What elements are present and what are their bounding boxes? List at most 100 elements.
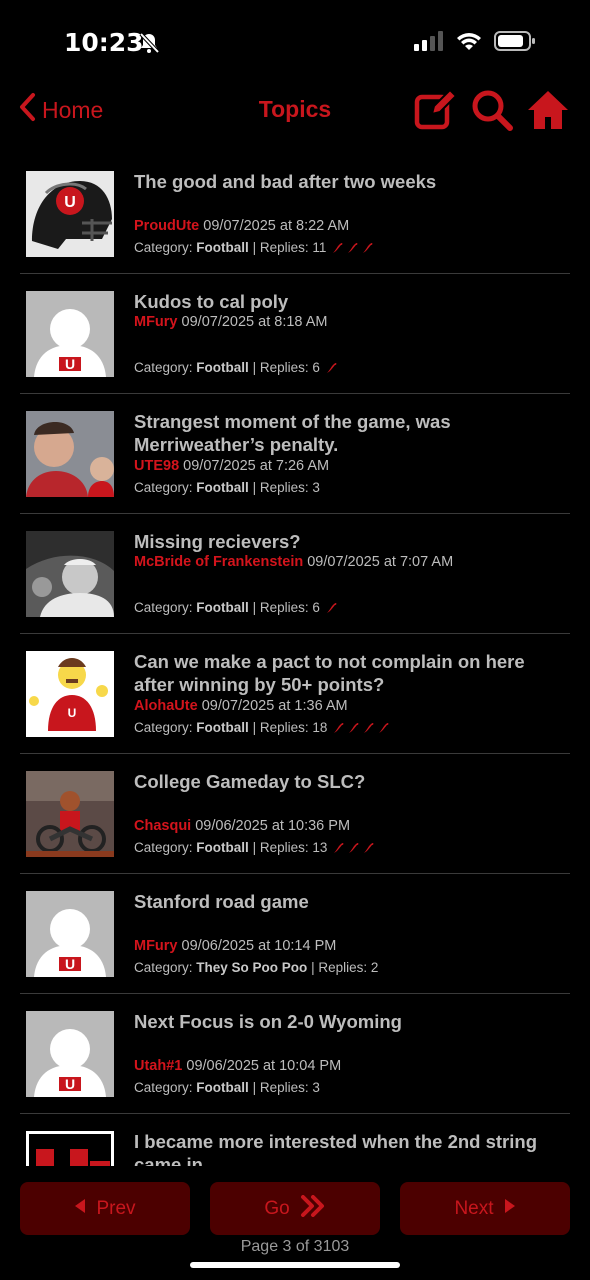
topic-category-line: Category: Football | Replies: 3 [134, 480, 326, 495]
topic-row[interactable]: College Gameday to SLC? Chasqui 09/06/20… [20, 754, 570, 874]
go-button[interactable]: Go [210, 1182, 380, 1235]
next-button[interactable]: Next [400, 1182, 570, 1235]
battery-icon [494, 30, 536, 57]
topic-title[interactable]: Missing recievers? [134, 530, 564, 553]
category-name: They So Poo Poo [196, 960, 308, 975]
topic-row[interactable]: U Kudos to cal poly MFury 09/07/2025 at … [20, 274, 570, 394]
topic-author[interactable]: McBride of Frankenstein [134, 554, 303, 570]
next-label: Next [454, 1197, 494, 1219]
double-chevron-right-icon [300, 1194, 326, 1223]
topic-meta: Utah#1 09/06/2025 at 10:04 PM [134, 1058, 341, 1074]
chili-pepper-icon [348, 722, 360, 734]
topic-row[interactable]: Missing recievers? McBride of Frankenste… [20, 514, 570, 634]
prev-button[interactable]: Prev [20, 1182, 190, 1235]
svg-text:U: U [65, 1076, 75, 1092]
replies-count: 6 [312, 360, 320, 375]
default-avatar[interactable]: U [26, 1011, 114, 1097]
topic-author[interactable]: MFury [134, 314, 178, 330]
topic-title[interactable]: Strangest moment of the game, was Merriw… [134, 410, 564, 456]
topic-date: 09/06/2025 at 10:14 PM [181, 938, 337, 954]
topic-meta: McBride of Frankenstein 09/07/2025 at 7:… [134, 554, 453, 570]
topic-title[interactable]: College Gameday to SLC? [134, 770, 564, 793]
category-label: Category: [134, 1080, 193, 1095]
replies-count: 3 [312, 480, 320, 495]
topic-meta: MFury 09/07/2025 at 8:18 AM [134, 314, 327, 330]
topic-row[interactable]: U The good and bad after two weeks Proud… [20, 154, 570, 274]
topic-date: 09/06/2025 at 10:36 PM [195, 818, 351, 834]
svg-text:U: U [68, 706, 77, 720]
caret-right-icon [504, 1198, 516, 1220]
replies-count: 3 [312, 1080, 320, 1095]
wifi-icon [456, 31, 482, 56]
home-indicator [190, 1262, 400, 1268]
replies-label: | Replies: [252, 240, 309, 255]
category-label: Category: [134, 720, 193, 735]
topic-category-line: Category: Football | Replies: 18 [134, 720, 390, 735]
topic-category-line: Category: Football | Replies: 6 [134, 600, 338, 615]
topic-date: 09/06/2025 at 10:04 PM [186, 1058, 342, 1074]
nav-bar: Home Topics [0, 82, 590, 138]
avatar[interactable] [26, 411, 114, 497]
topic-row[interactable]: U Can we make a pact to not complain on … [20, 634, 570, 754]
topic-category-line: Category: Football | Replies: 13 [134, 840, 375, 855]
compose-icon[interactable] [414, 88, 458, 137]
category-label: Category: [134, 480, 193, 495]
topic-meta: AlohaUte 09/07/2025 at 1:36 AM [134, 698, 348, 714]
topic-author[interactable]: MFury [134, 938, 178, 954]
category-name: Football [196, 1080, 249, 1095]
back-label: Home [42, 96, 104, 123]
topic-row[interactable]: I became more interested when the 2nd st… [20, 1114, 570, 1166]
caret-left-icon [74, 1198, 86, 1220]
search-icon[interactable] [470, 88, 514, 137]
topic-author[interactable]: Utah#1 [134, 1058, 182, 1074]
svg-text:U: U [64, 194, 76, 211]
topic-author[interactable]: UTE98 [134, 458, 179, 474]
replies-count: 11 [312, 240, 327, 255]
topic-author[interactable]: AlohaUte [134, 698, 198, 714]
topic-title[interactable]: Kudos to cal poly [134, 290, 564, 313]
chili-pepper-icon [347, 242, 359, 254]
topic-author[interactable]: Chasqui [134, 818, 191, 834]
category-label: Category: [134, 840, 193, 855]
avatar[interactable] [26, 1131, 114, 1166]
avatar[interactable] [26, 531, 114, 617]
replies-label: | Replies: [252, 480, 309, 495]
category-name: Football [196, 240, 249, 255]
topic-meta: MFury 09/06/2025 at 10:14 PM [134, 938, 336, 954]
category-label: Category: [134, 960, 193, 975]
category-label: Category: [134, 600, 193, 615]
avatar[interactable] [26, 771, 114, 857]
home-icon[interactable] [526, 88, 570, 137]
topic-date: 09/07/2025 at 8:22 AM [203, 218, 350, 234]
prev-label: Prev [96, 1197, 136, 1219]
avatar[interactable]: U [26, 171, 114, 257]
chili-pepper-icon [362, 242, 374, 254]
back-button[interactable]: Home [18, 92, 103, 128]
popularity-peppers [333, 842, 375, 854]
topic-title[interactable]: The good and bad after two weeks [134, 170, 564, 193]
page-info: Page 3 of 3103 [240, 1238, 350, 1255]
chili-pepper-icon [363, 722, 375, 734]
svg-text:U: U [65, 356, 75, 372]
topic-category-line: Category: They So Poo Poo | Replies: 2 [134, 960, 384, 975]
default-avatar[interactable]: U [26, 291, 114, 377]
nav-actions [414, 88, 570, 137]
topic-category-line: Category: Football | Replies: 11 [134, 240, 374, 255]
topic-row[interactable]: Strangest moment of the game, was Merriw… [20, 394, 570, 514]
topic-row[interactable]: U Stanford road game MFury 09/06/2025 at… [20, 874, 570, 994]
replies-label: | Replies: [252, 1080, 309, 1095]
replies-count: 2 [370, 960, 379, 975]
topic-title[interactable]: Stanford road game [134, 890, 564, 913]
topic-meta: UTE98 09/07/2025 at 7:26 AM [134, 458, 329, 474]
topic-title[interactable]: Can we make a pact to not complain on he… [134, 650, 564, 696]
replies-label: | Replies: [252, 360, 309, 375]
avatar[interactable]: U [26, 651, 114, 737]
category-name: Football [196, 600, 249, 615]
topic-author[interactable]: ProudUte [134, 218, 199, 234]
topic-title[interactable]: Next Focus is on 2-0 Wyoming [134, 1010, 564, 1033]
topic-meta: Chasqui 09/06/2025 at 10:36 PM [134, 818, 350, 834]
topic-row[interactable]: U Next Focus is on 2-0 Wyoming Utah#1 09… [20, 994, 570, 1114]
default-avatar[interactable]: U [26, 891, 114, 977]
topic-title[interactable]: I became more interested when the 2nd st… [134, 1130, 564, 1166]
category-name: Football [196, 840, 249, 855]
